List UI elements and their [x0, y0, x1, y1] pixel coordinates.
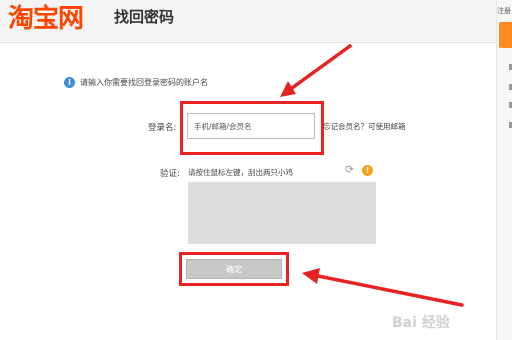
- annotation-arrows: [280, 44, 464, 307]
- baidu-watermark: Bai 经验: [392, 315, 450, 331]
- annotation-arrow-top: [280, 44, 352, 97]
- annotation-arrow-bottom: [302, 268, 464, 307]
